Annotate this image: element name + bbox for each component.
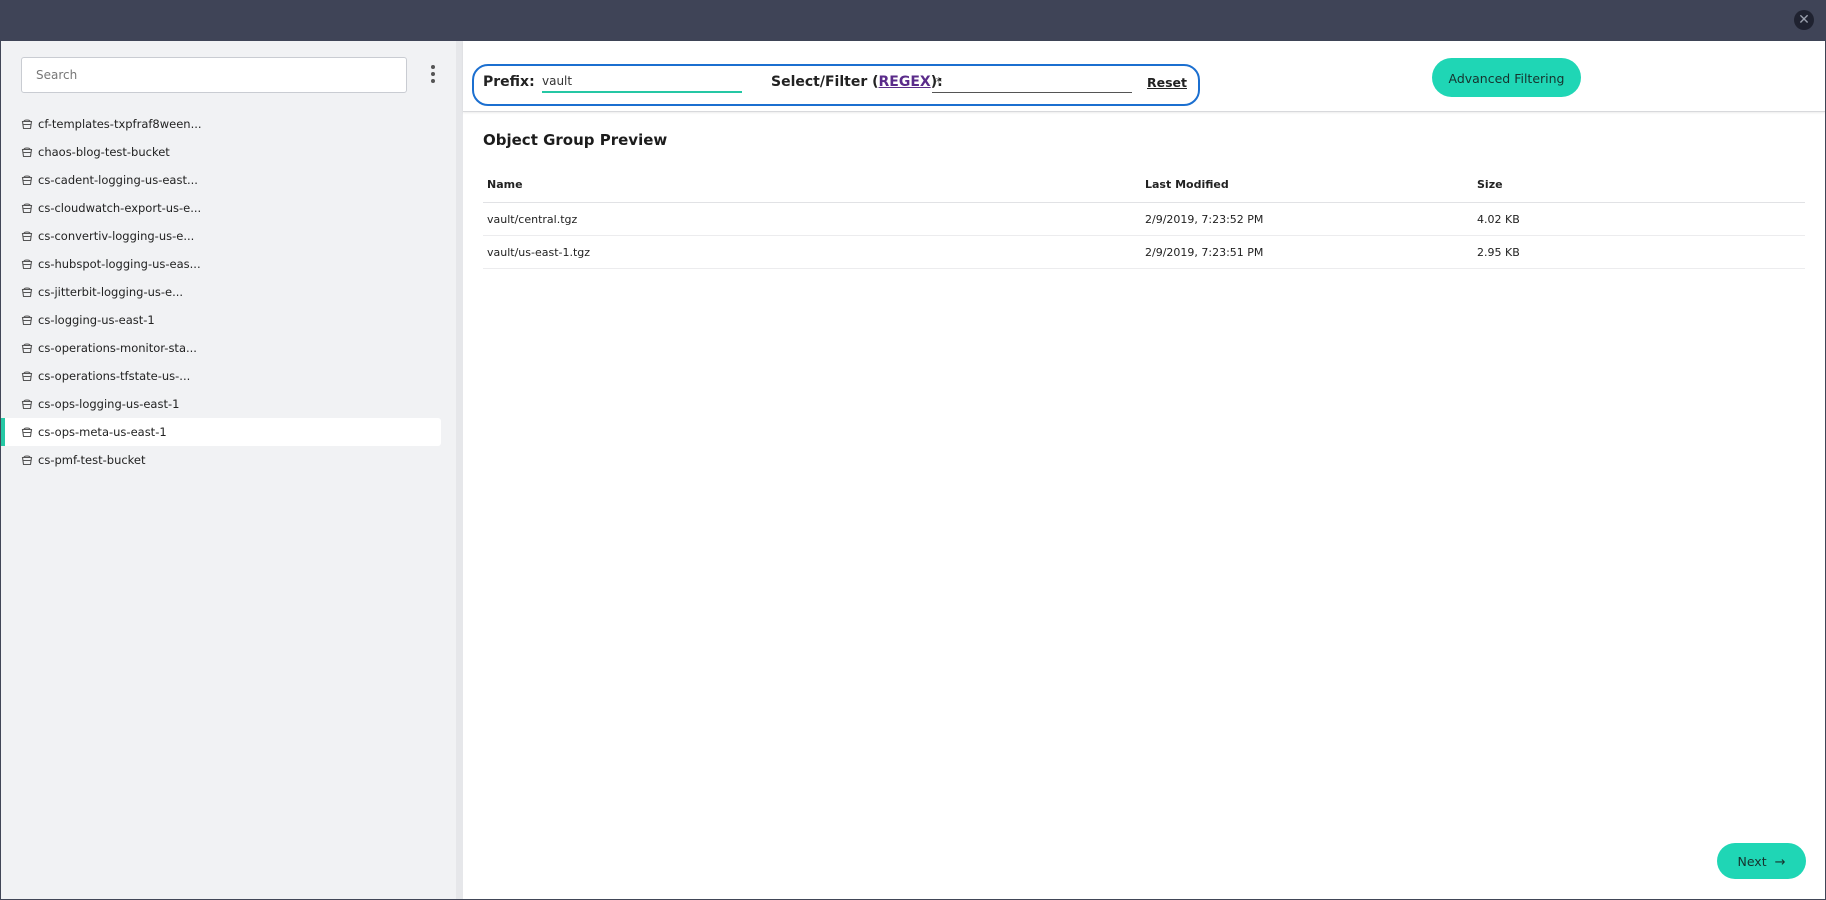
reset-link[interactable]: Reset [1147, 75, 1187, 90]
bucket-sidebar: cf-templates-txpfraf8ween... chaos-blog-… [1, 41, 456, 899]
bucket-list-item[interactable]: cs-convertiv-logging-us-e... [1, 222, 441, 250]
object-last-modified: 2/9/2019, 7:23:52 PM [1144, 202, 1476, 236]
bucket-list-item[interactable]: cf-templates-txpfraf8ween... [1, 110, 441, 138]
table-row[interactable]: vault/central.tgz 2/9/2019, 7:23:52 PM 4… [483, 202, 1805, 236]
bucket-label: cs-operations-monitor-sta... [38, 341, 197, 355]
more-options-icon[interactable] [427, 63, 439, 87]
bucket-label: cs-logging-us-east-1 [38, 313, 155, 327]
bucket-list-item[interactable]: cs-hubspot-logging-us-eas... [1, 250, 441, 278]
bucket-icon [21, 119, 33, 130]
bucket-icon [21, 203, 33, 214]
select-filter-label-text: Select/Filter ( [771, 74, 879, 90]
bucket-list-item[interactable]: chaos-blog-test-bucket [1, 138, 441, 166]
bucket-icon [21, 259, 33, 270]
modal-dialog: cf-templates-txpfraf8ween... chaos-blog-… [1, 41, 1825, 899]
object-size: 4.02 KB [1476, 202, 1805, 236]
object-table: Name Last Modified Size vault/central.tg… [483, 166, 1805, 269]
bucket-icon [21, 175, 33, 186]
bucket-icon [21, 287, 33, 298]
column-header-name[interactable]: Name [483, 166, 1144, 203]
bucket-label: cf-templates-txpfraf8ween... [38, 117, 202, 131]
bucket-label: cs-ops-meta-us-east-1 [38, 425, 167, 439]
bucket-label: cs-jitterbit-logging-us-e... [38, 285, 184, 299]
preview-title: Object Group Preview [483, 131, 668, 149]
bucket-label: cs-cloudwatch-export-us-e... [38, 201, 202, 215]
object-name: vault/central.tgz [483, 202, 1144, 236]
bucket-list-item[interactable]: cs-pmf-test-bucket [1, 446, 441, 474]
object-size: 2.95 KB [1476, 235, 1805, 269]
bucket-label: cs-ops-logging-us-east-1 [38, 397, 180, 411]
prefix-input[interactable] [542, 71, 742, 93]
filter-header: Prefix: Select/Filter (REGEX): Reset Adv… [463, 41, 1825, 112]
column-header-size[interactable]: Size [1476, 166, 1805, 203]
bucket-icon [21, 343, 33, 354]
bucket-icon [21, 455, 33, 466]
prefix-label: Prefix: [483, 74, 535, 90]
regex-filter-input[interactable] [932, 71, 1132, 93]
bucket-icon [21, 315, 33, 326]
close-icon[interactable]: ✕ [1794, 10, 1814, 30]
table-header-row: Name Last Modified Size [483, 166, 1805, 203]
column-header-last-modified[interactable]: Last Modified [1144, 166, 1476, 203]
select-filter-label: Select/Filter (REGEX): [771, 74, 943, 90]
bucket-label: cs-convertiv-logging-us-e... [38, 229, 195, 243]
bucket-list-item[interactable]: cs-operations-monitor-sta... [1, 334, 441, 362]
bucket-label: cs-pmf-test-bucket [38, 453, 146, 467]
bucket-list: cf-templates-txpfraf8ween... chaos-blog-… [1, 110, 441, 474]
bucket-icon [21, 371, 33, 382]
object-name: vault/us-east-1.tgz [483, 235, 1144, 269]
sidebar-divider [456, 41, 463, 899]
bucket-label: cs-hubspot-logging-us-eas... [38, 257, 201, 271]
bucket-list-item[interactable]: cs-ops-logging-us-east-1 [1, 390, 441, 418]
bucket-list-item[interactable]: cs-cadent-logging-us-east... [1, 166, 441, 194]
top-bar: ✕ [0, 0, 1826, 41]
bucket-label: cs-operations-tfstate-us-... [38, 369, 191, 383]
table-row[interactable]: vault/us-east-1.tgz 2/9/2019, 7:23:51 PM… [483, 235, 1805, 269]
next-label: Next [1737, 854, 1767, 869]
bucket-list-item[interactable]: cs-operations-tfstate-us-... [1, 362, 441, 390]
advanced-filtering-button[interactable]: Advanced Filtering [1432, 58, 1581, 97]
bucket-list-item[interactable]: cs-jitterbit-logging-us-e... [1, 278, 441, 306]
next-button[interactable]: Next → [1717, 843, 1806, 879]
bucket-list-item[interactable]: cs-logging-us-east-1 [1, 306, 441, 334]
object-last-modified: 2/9/2019, 7:23:51 PM [1144, 235, 1476, 269]
main-panel: Prefix: Select/Filter (REGEX): Reset Adv… [463, 41, 1825, 899]
bucket-icon [21, 427, 33, 438]
bucket-label: chaos-blog-test-bucket [38, 145, 170, 159]
bucket-icon [21, 399, 33, 410]
bucket-icon [21, 147, 33, 158]
arrow-right-icon: → [1774, 855, 1786, 870]
search-input[interactable] [21, 57, 407, 93]
regex-link[interactable]: REGEX [879, 74, 931, 90]
bucket-icon [21, 231, 33, 242]
bucket-list-item-selected[interactable]: cs-ops-meta-us-east-1 [1, 418, 441, 446]
bucket-list-item[interactable]: cs-cloudwatch-export-us-e... [1, 194, 441, 222]
bucket-label: cs-cadent-logging-us-east... [38, 173, 198, 187]
